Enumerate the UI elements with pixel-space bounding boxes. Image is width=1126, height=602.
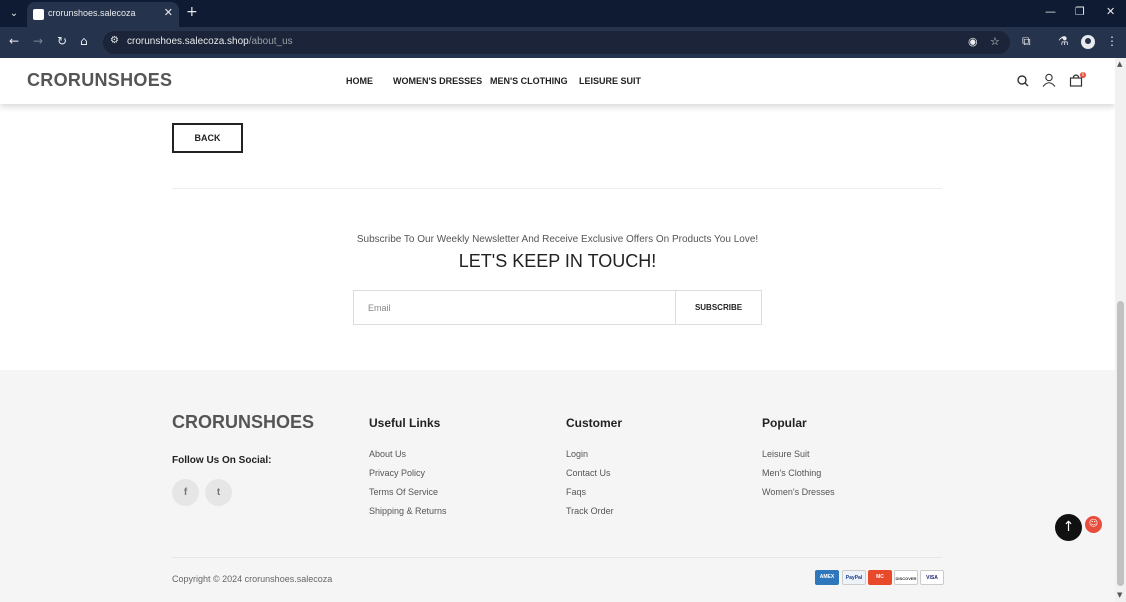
footer-divider [172,557,942,558]
star-icon[interactable]: ☆ [990,35,1000,48]
browser-toolbar: ← → ↻ ⌂ ⚙ crorunshoes.salecoza.shop/abou… [0,27,1126,58]
url-text: crorunshoes.salecoza.shop/about_us [127,36,293,47]
footer-link-terms[interactable]: Terms Of Service [369,487,438,497]
footer-link-womens-dresses[interactable]: Women's Dresses [762,487,835,497]
browser-tab[interactable]: crorunshoes.salecoza ✕ [27,2,179,27]
window-close-icon[interactable]: ✕ [1106,5,1115,18]
footer-link-faqs[interactable]: Faqs [566,487,586,497]
footer-link-mens-clothing[interactable]: Men's Clothing [762,468,821,478]
visa-icon: VISA [920,570,944,585]
page-scrollbar[interactable]: ▲ ▼ [1115,58,1126,602]
newsletter-title: LET'S KEEP IN TOUCH! [458,251,657,271]
browser-tab-bar: ⌄ crorunshoes.salecoza ✕ + — ❐ ✕ [0,0,1126,27]
nav-womens-dresses[interactable]: WOMEN'S DRESSES [393,76,482,86]
footer-link-track-order[interactable]: Track Order [566,506,614,516]
popular-title: Popular [762,416,807,430]
page-viewport: CRORUNSHOES HOME WOMEN'S DRESSES MEN'S C… [0,58,1115,602]
copyright-text: Copyright © 2024 crorunshoes.salecoza [172,574,333,584]
scroll-to-top-button[interactable]: ↑ [1055,514,1082,541]
footer-link-login[interactable]: Login [566,449,588,459]
mastercard-icon: MC [868,570,892,585]
footer-link-leisure-suit[interactable]: Leisure Suit [762,449,810,459]
support-widget-icon[interactable]: ☺ [1085,516,1102,533]
newsletter-subtitle: Subscribe To Our Weekly Newsletter And R… [356,234,759,245]
footer-link-privacy-policy[interactable]: Privacy Policy [369,468,425,478]
profile-icon[interactable] [1081,35,1095,49]
site-footer: CRORUNSHOES Follow Us On Social: f t Use… [0,370,1115,602]
amex-icon: AMEX [815,570,839,585]
scroll-thumb[interactable] [1117,301,1124,586]
back-icon[interactable]: ← [9,34,19,48]
labs-icon[interactable]: ⚗ [1058,34,1069,48]
nav-mens-clothing[interactable]: MEN'S CLOTHING [490,76,568,86]
nav-leisure-suit[interactable]: LEISURE SUIT [579,76,641,86]
subscribe-button[interactable]: SUBSCRIBE [676,291,761,324]
site-logo[interactable]: CRORUNSHOES [27,70,172,91]
footer-link-contact-us[interactable]: Contact Us [566,468,611,478]
forward-icon[interactable]: → [33,34,43,48]
newsletter-form: SUBSCRIBE [353,290,762,325]
home-icon[interactable]: ⌂ [80,34,88,48]
more-icon[interactable]: ⋮ [1106,34,1118,48]
footer-link-shipping[interactable]: Shipping & Returns [369,506,447,516]
email-input[interactable] [354,291,676,324]
reload-icon[interactable]: ↻ [57,34,67,48]
footer-link-about-us[interactable]: About Us [369,449,406,459]
minimize-icon[interactable]: — [1045,5,1056,18]
useful-links-title: Useful Links [369,416,441,430]
site-settings-icon[interactable]: ⚙ [110,35,119,46]
search-icon[interactable] [1017,72,1029,91]
restore-icon[interactable]: ❐ [1075,5,1085,18]
tab-list-icon[interactable]: ⌄ [5,5,23,22]
nav-home[interactable]: HOME [346,76,373,86]
favicon-icon [33,9,44,20]
divider [172,188,942,189]
customer-title: Customer [566,416,623,430]
cart-count-badge: 0 [1080,72,1086,78]
eye-off-icon[interactable]: ◉ [968,35,978,48]
user-icon[interactable] [1042,72,1056,91]
footer-logo[interactable]: CRORUNSHOES [172,412,314,433]
extensions-icon[interactable]: ⧉ [1022,34,1031,49]
site-header: CRORUNSHOES HOME WOMEN'S DRESSES MEN'S C… [0,58,1115,104]
facebook-icon[interactable]: f [172,479,199,506]
scroll-down-icon[interactable]: ▼ [1117,591,1122,599]
scroll-up-icon[interactable]: ▲ [1117,60,1122,68]
paypal-icon: PayPal [842,570,866,585]
twitter-icon[interactable]: t [205,479,232,506]
address-bar[interactable]: ⚙ crorunshoes.salecoza.shop/about_us ◉ ☆ [103,31,1010,54]
follow-label: Follow Us On Social: [172,455,272,466]
tab-title: crorunshoes.salecoza [48,8,136,18]
close-icon[interactable]: ✕ [164,6,173,19]
back-button[interactable]: BACK [172,123,243,153]
plus-icon[interactable]: + [186,4,198,20]
discover-icon: DISCOVER [894,570,918,585]
